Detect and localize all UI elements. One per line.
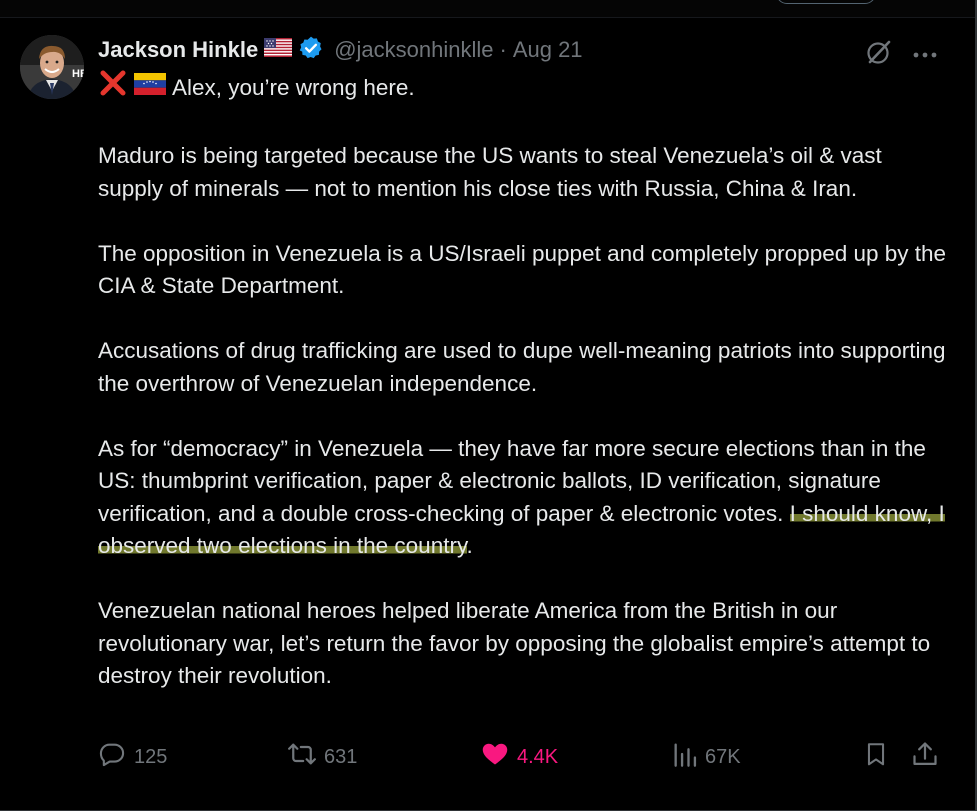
us-flag-icon	[264, 38, 293, 62]
tweet-body: Alex, you’re wrong here. Maduro is being…	[98, 68, 948, 725]
tweet[interactable]: HB Jackson Hinkle @jacksonhinklle · Aug …	[0, 18, 975, 811]
tweet-paragraph: Venezuelan national heroes helped libera…	[98, 598, 931, 688]
heart-icon	[481, 740, 509, 774]
share-icon	[911, 740, 939, 774]
para4-end: .	[466, 533, 473, 558]
reply-button[interactable]: 125	[98, 740, 167, 774]
tweet-paragraph: The opposition in Venezuela is a US/Isra…	[98, 240, 947, 299]
author-handle[interactable]: @jacksonhinklle	[334, 37, 493, 63]
repost-icon	[288, 740, 316, 774]
verified-badge-icon[interactable]	[298, 35, 324, 66]
tweet-header: Jackson Hinkle @jacksonhinklle · Aug 21	[98, 36, 583, 64]
previous-tweet-button[interactable]	[776, 0, 876, 4]
header-actions	[865, 38, 937, 71]
views-count: 67K	[705, 745, 741, 768]
grok-icon[interactable]	[865, 38, 893, 71]
more-icon[interactable]	[913, 46, 937, 64]
bookmark-icon	[863, 740, 889, 774]
tweet-paragraph: As for “democracy” in Venezuela — they h…	[98, 433, 948, 563]
avatar[interactable]: HB	[20, 35, 84, 99]
tweet-actions: 125 631 4.4K 67K	[98, 740, 940, 774]
share-button[interactable]	[911, 740, 939, 774]
bookmark-button[interactable]	[863, 740, 889, 774]
repost-button[interactable]: 631	[288, 740, 357, 774]
tweet-paragraph: Accusations of drug trafficking are used…	[98, 338, 946, 396]
like-button[interactable]: 4.4K	[481, 740, 558, 774]
views-button[interactable]: 67K	[673, 740, 741, 774]
reply-icon	[98, 740, 126, 774]
cross-mark-icon	[98, 68, 128, 108]
venezuela-flag-icon	[134, 72, 166, 105]
tweet-first-line: Alex, you’re wrong here.	[98, 68, 948, 108]
tweet-line1: Alex, you’re wrong here.	[172, 74, 415, 100]
like-count: 4.4K	[517, 745, 559, 768]
previous-tweet-strip	[0, 0, 977, 18]
reply-count: 125	[134, 745, 168, 768]
meta-separator: ·	[499, 37, 507, 62]
tweet-date[interactable]: Aug 21	[513, 37, 583, 63]
views-icon	[673, 740, 697, 774]
avatar-badge: HB	[72, 68, 84, 80]
author-name[interactable]: Jackson Hinkle	[98, 37, 258, 63]
tweet-paragraph: Maduro is being targeted because the US …	[98, 143, 882, 201]
repost-count: 631	[324, 745, 358, 768]
